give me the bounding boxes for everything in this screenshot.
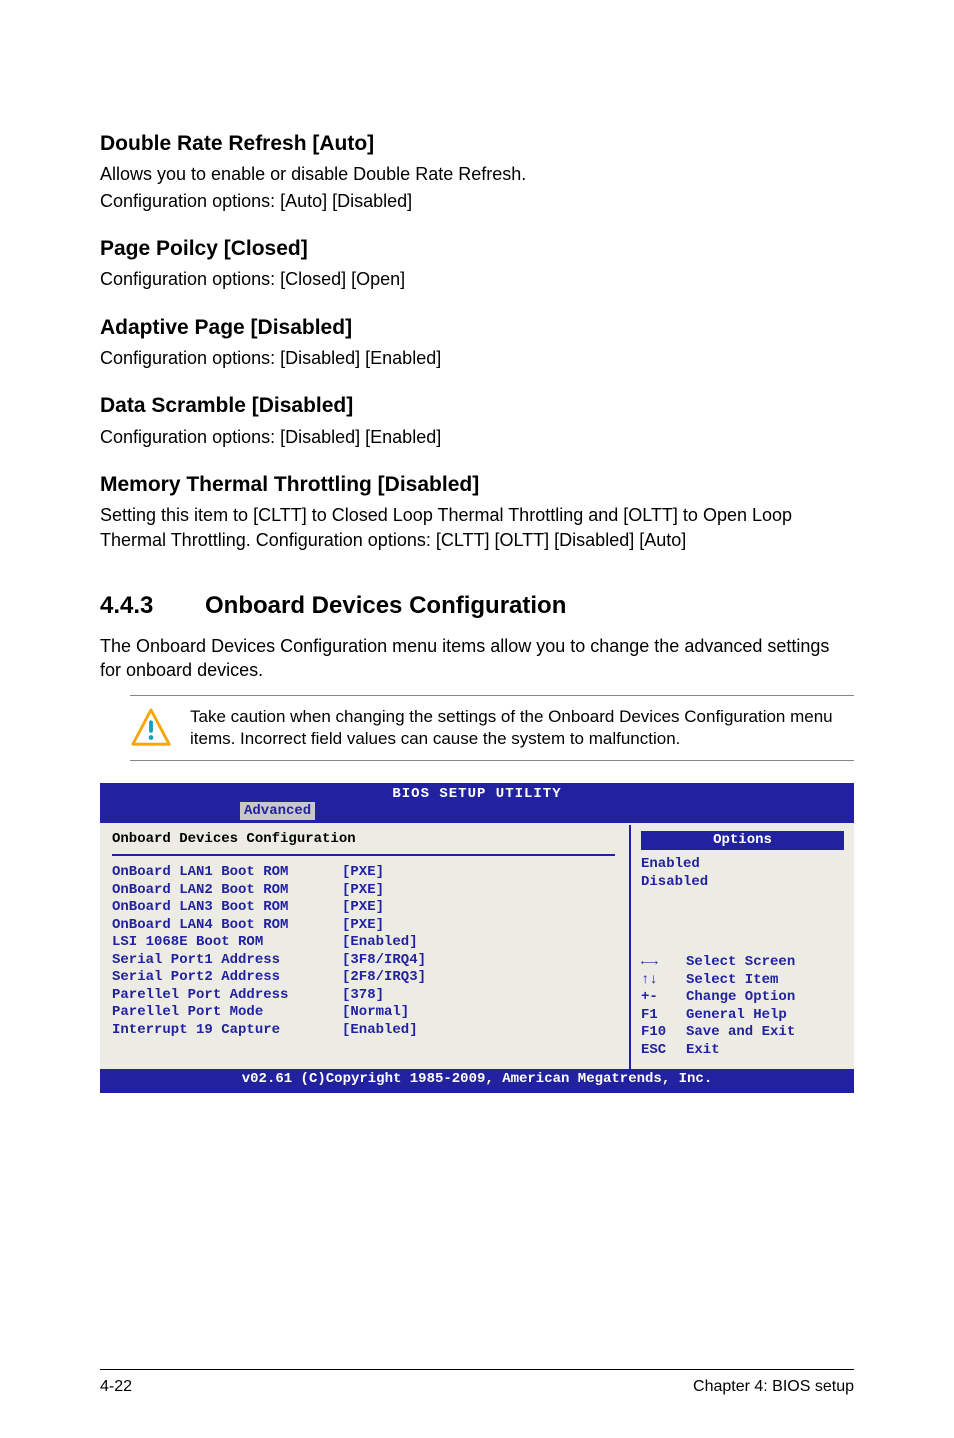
page-footer: 4-22 Chapter 4: BIOS setup bbox=[100, 1369, 854, 1398]
bios-setting-value: [PXE] bbox=[342, 917, 384, 935]
body-text: Allows you to enable or disable Double R… bbox=[100, 162, 854, 186]
bios-setting-value: [2F8/IRQ3] bbox=[342, 969, 426, 987]
bios-setting-label: LSI 1068E Boot ROM bbox=[112, 934, 342, 952]
subsection-title: Onboard Devices Configuration bbox=[205, 592, 566, 619]
bios-setting-label: OnBoard LAN4 Boot ROM bbox=[112, 917, 342, 935]
bios-setting-row[interactable]: Parellel Port Address[378] bbox=[112, 987, 615, 1005]
body-text: Configuration options: [Disabled] [Enabl… bbox=[100, 425, 854, 449]
bios-help-text: Select Screen bbox=[686, 954, 795, 972]
bios-help-key: ↑↓ bbox=[641, 972, 686, 990]
bios-setting-label: Serial Port1 Address bbox=[112, 952, 342, 970]
bios-footer: v02.61 (C)Copyright 1985-2009, American … bbox=[100, 1069, 854, 1093]
bios-setting-value: [3F8/IRQ4] bbox=[342, 952, 426, 970]
bios-help-text: Save and Exit bbox=[686, 1024, 795, 1042]
bios-help-key: F10 bbox=[641, 1024, 686, 1042]
bios-help-text: Change Option bbox=[686, 989, 795, 1007]
bios-setting-value: [Enabled] bbox=[342, 934, 418, 952]
bios-setting-row[interactable]: OnBoard LAN4 Boot ROM[PXE] bbox=[112, 917, 615, 935]
bios-help-text: General Help bbox=[686, 1007, 787, 1025]
bios-setting-label: OnBoard LAN2 Boot ROM bbox=[112, 882, 342, 900]
bios-setting-label: Parellel Port Mode bbox=[112, 1004, 342, 1022]
bios-options-header: Options bbox=[641, 831, 844, 851]
body-text: Configuration options: [Auto] [Disabled] bbox=[100, 189, 854, 213]
bios-setting-value: [PXE] bbox=[342, 899, 384, 917]
bios-title: BIOS SETUP UTILITY bbox=[100, 783, 854, 804]
bios-setting-label: OnBoard LAN3 Boot ROM bbox=[112, 899, 342, 917]
bios-right-panel: Options Enabled Disabled ←→Select Screen… bbox=[629, 825, 854, 1070]
bios-setting-label: Serial Port2 Address bbox=[112, 969, 342, 987]
bios-setting-value: [PXE] bbox=[342, 882, 384, 900]
bios-setting-label: OnBoard LAN1 Boot ROM bbox=[112, 864, 342, 882]
subsection-heading: 4.4.3Onboard Devices Configuration bbox=[100, 590, 854, 622]
bios-tab-advanced[interactable]: Advanced bbox=[240, 802, 315, 820]
bios-help-text: Select Item bbox=[686, 972, 778, 990]
bios-setting-row[interactable]: Serial Port2 Address[2F8/IRQ3] bbox=[112, 969, 615, 987]
section-heading: Page Poilcy [Closed] bbox=[100, 235, 854, 263]
bios-setting-value: [378] bbox=[342, 987, 384, 1005]
bios-help-text: Exit bbox=[686, 1042, 720, 1060]
bios-help-key: F1 bbox=[641, 1007, 686, 1025]
bios-setting-row[interactable]: OnBoard LAN1 Boot ROM[PXE] bbox=[112, 864, 615, 882]
bios-setting-row[interactable]: Interrupt 19 Capture[Enabled] bbox=[112, 1022, 615, 1040]
bios-setting-value: [Normal] bbox=[342, 1004, 409, 1022]
bios-help-key: +- bbox=[641, 989, 686, 1007]
bios-setting-row[interactable]: Serial Port1 Address[3F8/IRQ4] bbox=[112, 952, 615, 970]
body-text: Setting this item to [CLTT] to Closed Lo… bbox=[100, 503, 854, 552]
section-heading: Adaptive Page [Disabled] bbox=[100, 314, 854, 342]
bios-screenshot: BIOS SETUP UTILITY Advanced Onboard Devi… bbox=[100, 783, 854, 1093]
bios-setting-row[interactable]: OnBoard LAN2 Boot ROM[PXE] bbox=[112, 882, 615, 900]
body-text: Configuration options: [Disabled] [Enabl… bbox=[100, 346, 854, 370]
bios-left-panel: Onboard Devices Configuration OnBoard LA… bbox=[100, 825, 629, 1070]
bios-setting-label: Interrupt 19 Capture bbox=[112, 1022, 342, 1040]
body-text: The Onboard Devices Configuration menu i… bbox=[100, 634, 854, 683]
bios-option[interactable]: Disabled bbox=[641, 874, 844, 892]
section-heading: Data Scramble [Disabled] bbox=[100, 392, 854, 420]
bios-panel-title: Onboard Devices Configuration bbox=[112, 831, 615, 849]
bios-option[interactable]: Enabled bbox=[641, 856, 844, 874]
subsection-number: 4.4.3 bbox=[100, 590, 205, 622]
bios-setting-row[interactable]: OnBoard LAN3 Boot ROM[PXE] bbox=[112, 899, 615, 917]
bios-setting-row[interactable]: Parellel Port Mode[Normal] bbox=[112, 1004, 615, 1022]
section-heading: Double Rate Refresh [Auto] bbox=[100, 130, 854, 158]
bios-setting-label: Parellel Port Address bbox=[112, 987, 342, 1005]
section-heading: Memory Thermal Throttling [Disabled] bbox=[100, 471, 854, 499]
note-callout: Take caution when changing the settings … bbox=[130, 695, 854, 761]
warning-icon bbox=[130, 707, 172, 749]
bios-tab-bar: Advanced bbox=[100, 803, 854, 823]
divider bbox=[112, 854, 615, 856]
chapter-label: Chapter 4: BIOS setup bbox=[693, 1376, 854, 1398]
bios-setting-value: [PXE] bbox=[342, 864, 384, 882]
bios-help-block: ←→Select Screen ↑↓Select Item +-Change O… bbox=[641, 894, 844, 1059]
bios-help-key: ESC bbox=[641, 1042, 686, 1060]
bios-setting-row[interactable]: LSI 1068E Boot ROM[Enabled] bbox=[112, 934, 615, 952]
body-text: Configuration options: [Closed] [Open] bbox=[100, 267, 854, 291]
bios-setting-value: [Enabled] bbox=[342, 1022, 418, 1040]
note-text: Take caution when changing the settings … bbox=[190, 706, 846, 750]
page-number: 4-22 bbox=[100, 1376, 132, 1398]
bios-help-key: ←→ bbox=[641, 954, 686, 972]
